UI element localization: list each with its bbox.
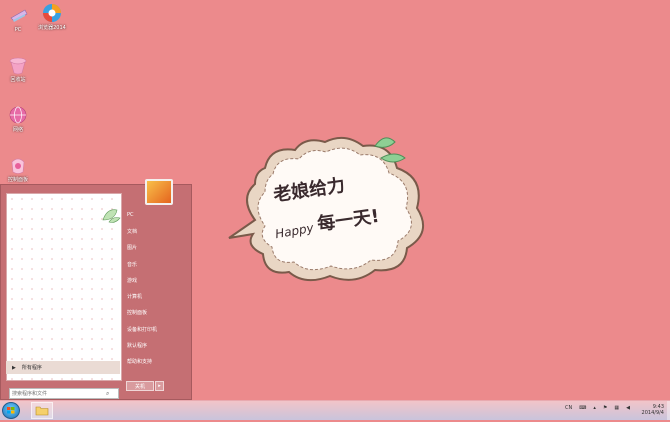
windows-logo-icon [7,407,15,414]
start-item-control-panel[interactable]: 控制面板 [127,305,189,321]
start-menu-programs-pane [6,193,122,381]
start-item-label: 控制面板 [127,310,148,317]
taskbar: CN ⌨ ▴ ⚑ ▦ ◀ 9:43 2014/9/4 [0,400,670,420]
start-item-label: 音乐 [127,261,138,268]
desktop-icon-label: 回收站 [10,77,26,83]
desktop-icon-pc[interactable]: PC [0,4,36,33]
folder-icon [35,406,49,416]
recycle-bin-icon [9,57,27,75]
start-item-label: 计算机 [127,294,143,301]
wallpaper-sticker: 老娘给力 每一天! Happy [225,128,440,288]
clock-date: 2014/9/4 [641,410,664,416]
start-search-input[interactable] [10,389,106,398]
triangle-right-icon: ▶ [12,364,16,371]
start-item-pictures[interactable]: 图片 [127,240,189,256]
start-item-default-programs[interactable]: 默认程序 [127,337,189,353]
system-tray: CN ⌨ ▴ ⚑ ▦ ◀ [565,405,630,411]
desktop-icon-recycle-bin[interactable]: 回收站 [0,54,36,83]
computer-icon [10,9,28,22]
browser-icon [43,4,61,22]
desktop-icon-label: 浏览器2014 [38,25,66,31]
start-button[interactable] [2,402,20,419]
start-item-help-support[interactable]: 帮助和支持 [127,354,189,370]
desktop-icon-label: 网络 [12,127,23,133]
desktop-icon-network[interactable]: 网络 [0,104,36,133]
start-item-games[interactable]: 游戏 [127,272,189,288]
all-programs-button[interactable]: ▶ 所有程序 [6,361,120,374]
start-item-pc[interactable]: PC [127,207,189,223]
shutdown-button[interactable]: 关机 [126,381,154,391]
taskbar-clock[interactable]: 9:43 2014/9/4 [642,404,664,416]
start-item-label: 游戏 [127,277,138,284]
user-avatar[interactable] [145,179,173,205]
start-item-label: 图片 [127,245,138,252]
flag-icon[interactable]: ⚑ [603,405,607,411]
desktop-icon-label: 控制面板 [7,177,28,183]
start-item-documents[interactable]: 文档 [127,223,189,239]
shutdown-group: 关机 ▸ [126,381,164,391]
start-item-label: 设备和打印机 [127,326,158,333]
start-item-label: 默认程序 [127,343,148,350]
start-item-label: 帮助和支持 [127,359,153,366]
desktop-icon-browser[interactable]: 浏览器2014 [34,2,70,31]
chevron-up-icon[interactable]: ▴ [593,405,596,411]
start-menu-right-pane: PC 文档 图片 音乐 游戏 计算机 控制面板 设备和打印机 默认程序 帮助和支… [127,207,189,370]
network-icon [9,106,27,124]
start-item-label: 文档 [127,228,138,235]
start-menu: ▶ 所有程序 ⌕ PC 文档 图片 音乐 游戏 计算机 控制面板 设备和打印机 … [0,179,192,400]
desktop-icon-control-panel[interactable]: 控制面板 [0,154,36,183]
control-panel-icon [11,158,25,174]
shutdown-options-button[interactable]: ▸ [155,381,164,391]
keyboard-icon[interactable]: ⌨ [579,405,586,411]
taskbar-explorer-button[interactable] [31,402,53,419]
start-item-devices-printers[interactable]: 设备和打印机 [127,321,189,337]
volume-icon[interactable]: ◀ [626,405,630,411]
search-icon[interactable]: ⌕ [106,390,109,398]
language-indicator[interactable]: CN [565,405,572,411]
network-tray-icon[interactable]: ▦ [614,405,619,411]
start-item-label: PC [127,212,134,219]
chevron-right-icon: ▸ [158,383,161,389]
start-item-music[interactable]: 音乐 [127,256,189,272]
leaf-decoration-icon [102,209,121,223]
start-search-box[interactable]: ⌕ [9,388,119,399]
desktop: PC 浏览器2014 回收站 网络 控制面板 老娘给力 每一天! Happy ▶… [0,0,670,400]
all-programs-label: 所有程序 [21,365,42,371]
shutdown-label: 关机 [134,383,145,390]
desktop-icon-label: PC [14,27,22,33]
start-item-computer[interactable]: 计算机 [127,288,189,304]
